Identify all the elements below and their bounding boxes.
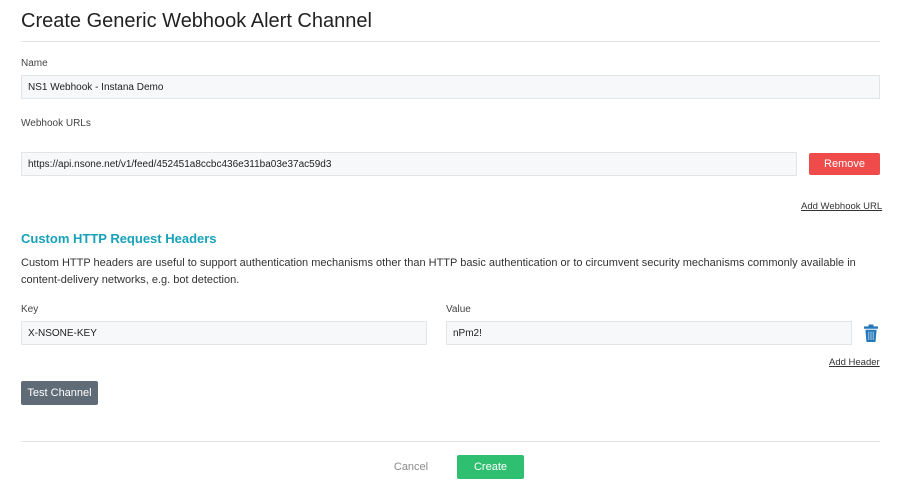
name-label: Name <box>21 58 48 69</box>
custom-headers-heading: Custom HTTP Request Headers <box>21 231 217 246</box>
page-title: Create Generic Webhook Alert Channel <box>21 10 372 32</box>
add-webhook-url-link[interactable]: Add Webhook URL <box>801 201 882 212</box>
header-key-input[interactable] <box>21 321 427 345</box>
custom-headers-description: Custom HTTP headers are useful to suppor… <box>21 257 856 286</box>
test-channel-button[interactable]: Test Channel <box>21 381 98 405</box>
header-value-input[interactable] <box>446 321 852 345</box>
title-divider <box>21 41 880 42</box>
add-header-link[interactable]: Add Header <box>829 357 880 368</box>
create-button[interactable]: Create <box>457 455 524 479</box>
name-input[interactable] <box>21 75 880 99</box>
trash-icon[interactable] <box>864 324 878 342</box>
remove-webhook-url-button[interactable]: Remove <box>809 153 880 175</box>
footer-divider <box>21 441 880 442</box>
header-value-label: Value <box>446 304 471 315</box>
header-key-label: Key <box>21 304 39 315</box>
webhook-urls-label: Webhook URLs <box>21 118 91 129</box>
cancel-button[interactable]: Cancel <box>386 456 436 478</box>
webhook-url-input[interactable] <box>21 152 797 176</box>
